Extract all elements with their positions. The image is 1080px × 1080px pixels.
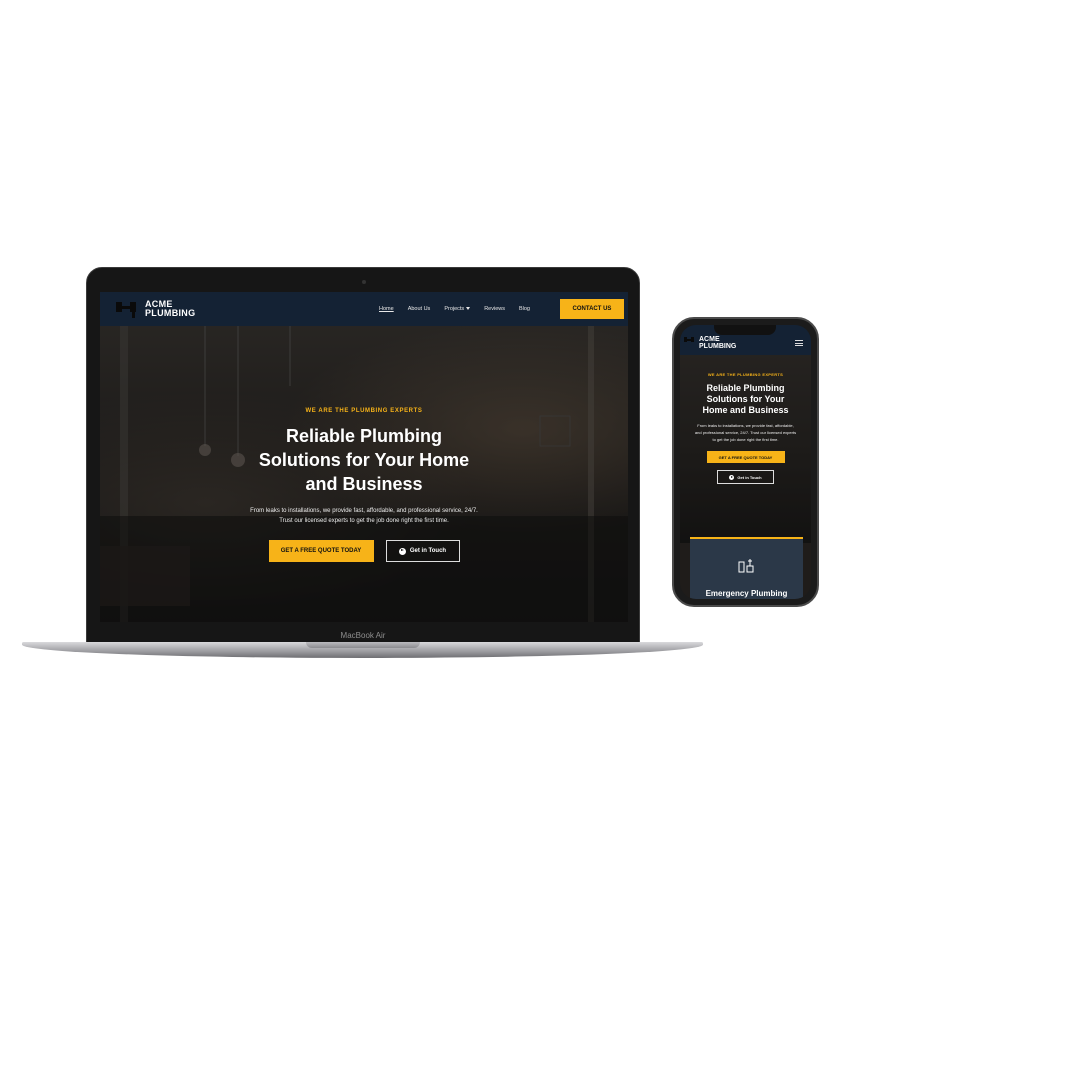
- hero-section: WE ARE THE PLUMBING EXPERTS Reliable Plu…: [100, 326, 628, 622]
- mobile-hero-subtitle: From leaks to installations, we provide …: [694, 423, 797, 442]
- device-label: MacBook Air: [340, 631, 386, 640]
- free-quote-button[interactable]: GET A FREE QUOTE TODAY: [268, 540, 374, 562]
- main-nav: Home About Us Projects Reviews Blog: [379, 306, 530, 312]
- service-card-title: Emergency Plumbing: [705, 589, 788, 598]
- nav-item-home[interactable]: Home: [379, 306, 394, 312]
- desktop-website: ACME PLUMBING Home About Us Projects Rev…: [100, 292, 628, 622]
- hero-eyebrow: WE ARE THE PLUMBING EXPERTS: [305, 408, 423, 414]
- camera-dot: [362, 280, 366, 284]
- mobile-hero-title: Reliable Plumbing Solutions for Your Hom…: [702, 383, 789, 415]
- mobile-free-quote-button[interactable]: GET A FREE QUOTE TODAY: [706, 451, 785, 463]
- hero-content: WE ARE THE PLUMBING EXPERTS Reliable Plu…: [100, 408, 628, 562]
- phone-frame: ACME PLUMBING WE ARE THE PLUMBING EXPERT…: [672, 317, 819, 607]
- mobile-hero-section: WE ARE THE PLUMBING EXPERTS Reliable Plu…: [680, 355, 811, 543]
- mobile-hero-content: WE ARE THE PLUMBING EXPERTS Reliable Plu…: [680, 372, 811, 484]
- chevron-down-icon: [466, 307, 471, 311]
- logo-text[interactable]: ACME PLUMBING: [145, 300, 195, 318]
- service-card-emergency[interactable]: Emergency Plumbing: [690, 537, 803, 599]
- hamburger-menu-icon[interactable]: [795, 340, 803, 348]
- nav-item-reviews[interactable]: Reviews: [484, 306, 505, 312]
- mobile-website: ACME PLUMBING WE ARE THE PLUMBING EXPERT…: [680, 325, 811, 599]
- mobile-hero-eyebrow: WE ARE THE PLUMBING EXPERTS: [707, 372, 784, 377]
- play-icon: [398, 547, 406, 555]
- logo-pipe-icon[interactable]: [114, 298, 140, 320]
- nav-item-projects-label: Projects: [444, 306, 465, 312]
- hero-subtitle: From leaks to installations, we provide …: [250, 508, 478, 524]
- get-in-touch-label: Get in Touch: [409, 548, 447, 554]
- hero-buttons: GET A FREE QUOTE TODAY Get in Touch: [100, 540, 628, 562]
- site-header: ACME PLUMBING Home About Us Projects Rev…: [100, 292, 628, 326]
- nav-item-about[interactable]: About Us: [408, 306, 431, 312]
- nav-item-projects[interactable]: Projects: [444, 306, 471, 312]
- mobile-get-in-touch-label: Get in Touch: [737, 474, 762, 480]
- laptop-hinge-notch: [306, 642, 420, 648]
- hero-title: Reliable Plumbing Solutions for Your Hom…: [258, 426, 470, 494]
- laptop-frame: ACME PLUMBING Home About Us Projects Rev…: [86, 267, 640, 643]
- mobile-get-in-touch-button[interactable]: Get in Touch: [717, 470, 774, 484]
- plumbing-tools-icon: [738, 559, 754, 573]
- play-icon: [729, 474, 735, 480]
- nav-item-blog[interactable]: Blog: [519, 306, 530, 312]
- contact-us-button[interactable]: CONTACT US: [560, 299, 624, 319]
- logo-pipe-icon[interactable]: [684, 335, 694, 345]
- get-in-touch-button[interactable]: Get in Touch: [385, 540, 460, 562]
- mobile-logo-text[interactable]: ACME PLUMBING: [699, 336, 736, 350]
- phone-notch: [714, 325, 776, 335]
